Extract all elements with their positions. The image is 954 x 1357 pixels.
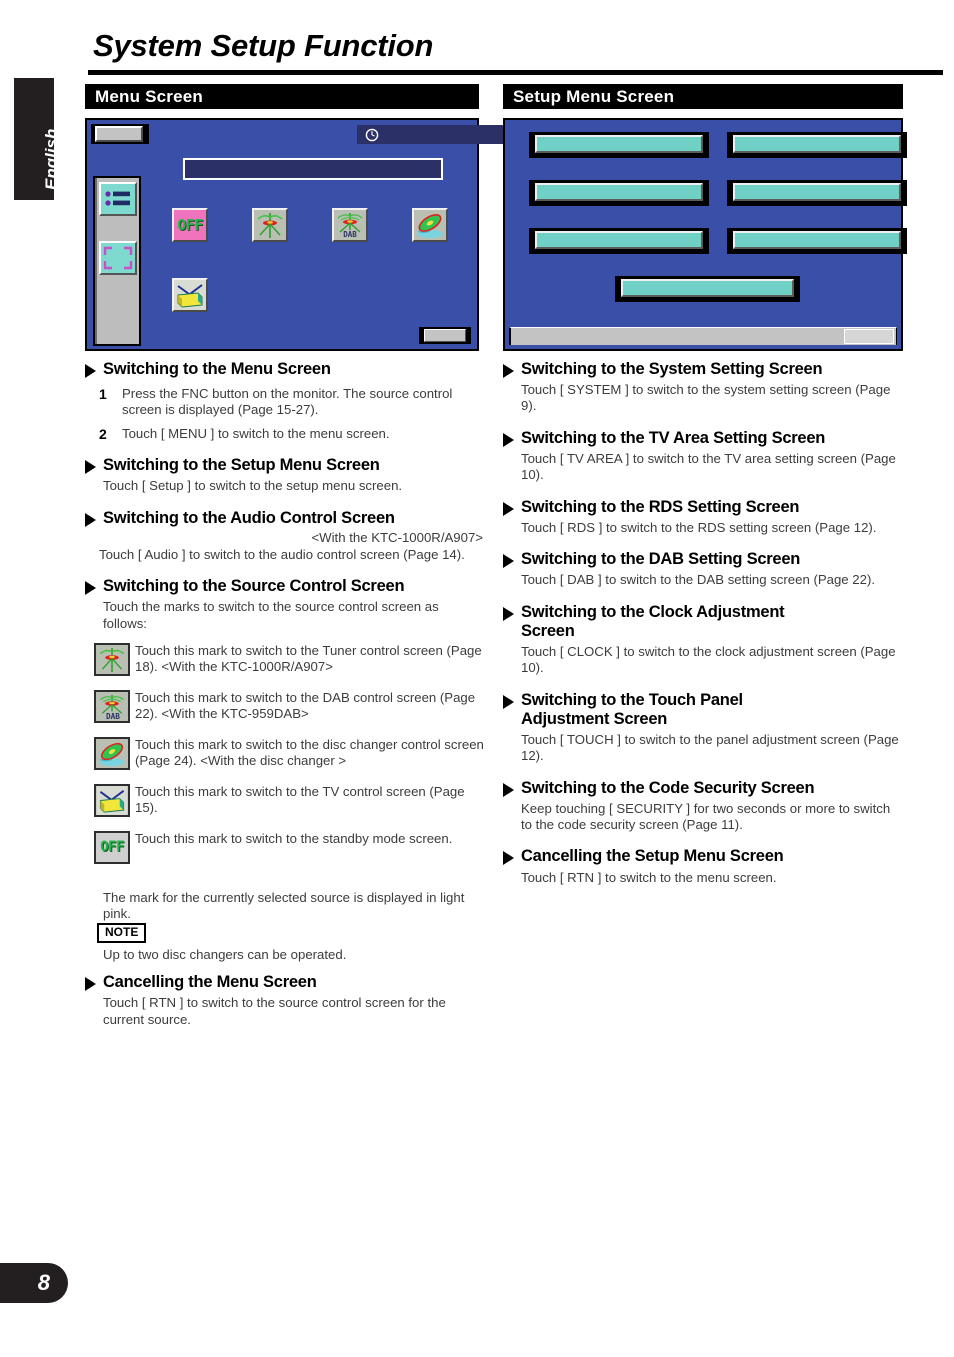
- mockup-top-left-button-face: [95, 126, 143, 142]
- setup-button-rds-face: [535, 183, 703, 201]
- heading-switching-dab-setting-screen: Switching to the DAB Setting Screen: [503, 550, 903, 569]
- heading-switching-rds-setting-screen: Switching to the RDS Setting Screen: [503, 498, 903, 517]
- off-icon: OFF: [94, 831, 130, 865]
- step-item: 2 Touch [ MENU ] to switch to the menu s…: [85, 426, 485, 442]
- mockup-top-left-button: [91, 124, 149, 144]
- paragraph-cancelling-menu: Touch [ RTN ] to switch to the source co…: [103, 995, 446, 1027]
- dab-icon[interactable]: DAB: [332, 208, 368, 242]
- paragraph-code-security: Keep touching [ SECURITY ] for two secon…: [521, 800, 891, 833]
- tuner-icon: [94, 643, 130, 677]
- mark-list-item: Touch this mark to switch to the disc ch…: [85, 737, 485, 773]
- setup-button-dab-face: [733, 183, 901, 201]
- section-header-menu-screen: Menu Screen: [85, 84, 479, 109]
- step-text: Press the FNC button on the monitor. The…: [122, 386, 453, 418]
- setup-button-system[interactable]: [529, 132, 709, 158]
- note-badge: NOTE: [97, 922, 147, 943]
- heading-line-2: Screen: [521, 621, 575, 640]
- page-number: 8: [0, 1263, 68, 1303]
- heading-switching-system-setting-screen: Switching to the System Setting Screen: [503, 360, 903, 379]
- setup-button-clock[interactable]: [529, 228, 709, 254]
- off-icon[interactable]: OFF: [172, 208, 208, 242]
- mark-list-item: DAB Touch this mark to switch to the DAB…: [85, 690, 485, 726]
- dab-icon-label: DAB: [343, 230, 357, 239]
- heading-switching-source-control-screen: Switching to the Source Control Screen: [85, 577, 485, 596]
- expand-icon: [99, 241, 137, 275]
- heading-switching-touch-panel-adjustment-screen: Switching to the Touch Panel Adjustment …: [503, 691, 903, 729]
- paragraph-audio-control: Touch [ Audio ] to switch to the audio c…: [99, 546, 465, 562]
- mockup-sidebar: [93, 176, 141, 346]
- disc-changer-icon: [94, 737, 130, 771]
- setup-rtn-button[interactable]: [844, 329, 894, 344]
- language-tab-label: English: [42, 128, 61, 190]
- heading-switching-setup-menu-screen: Switching to the Setup Menu Screen: [85, 456, 485, 475]
- setup-button-clock-face: [535, 231, 703, 249]
- heading-switching-audio-control-screen: Switching to the Audio Control Screen: [85, 509, 485, 528]
- setup-button-security[interactable]: [615, 276, 800, 302]
- paragraph-dab-setting: Touch [ DAB ] to switch to the DAB setti…: [521, 572, 876, 588]
- dab-icon: DAB: [94, 690, 130, 724]
- tuner-icon[interactable]: [252, 208, 288, 242]
- paragraph-pink-note: The mark for the currently selected sour…: [103, 890, 465, 922]
- right-text-column: Switching to the System Setting Screen T…: [503, 360, 903, 886]
- heading-switching-menu-screen: Switching to the Menu Screen: [85, 360, 485, 379]
- paragraph-cancelling-setup-menu: Touch [ RTN ] to switch to the menu scre…: [521, 869, 777, 885]
- paragraph-touch-panel-adjustment: Touch [ TOUCH ] to switch to the panel a…: [521, 731, 899, 764]
- heading-switching-tv-area-setting-screen: Switching to the TV Area Setting Screen: [503, 429, 903, 448]
- step-number: 1: [99, 386, 107, 403]
- mark-text: Touch this mark to switch to the Tuner c…: [135, 643, 482, 675]
- section-header-setup-menu-screen: Setup Menu Screen: [503, 84, 903, 109]
- paragraph-note-text: Up to two disc changers can be operated.: [103, 946, 347, 962]
- mockup-bottom-right-button-face: [424, 329, 466, 342]
- mark-text: Touch this mark to switch to the standby…: [135, 831, 453, 847]
- heading-switching-code-security-screen: Switching to the Code Security Screen: [503, 779, 903, 798]
- off-icon-label: OFF: [100, 839, 124, 856]
- setup-button-rds[interactable]: [529, 180, 709, 206]
- paragraph-tv-area-setting: Touch [ TV AREA ] to switch to the TV ar…: [521, 450, 896, 483]
- tv-icon: [94, 784, 130, 818]
- setup-button-dab[interactable]: [727, 180, 907, 206]
- heading-line-1: Switching to the Touch Panel: [521, 690, 743, 709]
- page-title: System Setup Function: [93, 28, 434, 63]
- mark-list-item: Touch this mark to switch to the Tuner c…: [85, 643, 485, 679]
- title-rule: [88, 70, 943, 75]
- setup-menu-screen-mockup: [503, 118, 907, 351]
- paragraph-rds-setting: Touch [ RDS ] to switch to the RDS setti…: [521, 519, 877, 535]
- menu-list-icon: [99, 182, 137, 216]
- heading-line-1: Switching to the Clock Adjustment: [521, 602, 785, 621]
- mark-text: Touch this mark to switch to the disc ch…: [135, 737, 484, 769]
- setup-button-tv-area[interactable]: [727, 132, 907, 158]
- setup-button-system-face: [535, 135, 703, 153]
- off-icon-label: OFF: [177, 216, 203, 234]
- mark-text: Touch this mark to switch to the TV cont…: [135, 784, 465, 816]
- heading-switching-clock-adjustment-screen: Switching to the Clock Adjustment Screen: [503, 603, 903, 641]
- step-number: 2: [99, 425, 107, 442]
- language-tab: English: [14, 78, 61, 200]
- svg-text:DAB: DAB: [106, 712, 120, 721]
- setup-button-touch[interactable]: [727, 228, 907, 254]
- mockup-title-field: [183, 158, 443, 180]
- paragraph-clock-adjustment: Touch [ CLOCK ] to switch to the clock a…: [521, 643, 896, 676]
- step-item: 1 Press the FNC button on the monitor. T…: [85, 386, 485, 419]
- mockup-bottom-right-button[interactable]: [419, 327, 471, 344]
- disc-changer-icon[interactable]: [412, 208, 448, 242]
- setup-button-security-face: [621, 279, 794, 297]
- mark-list-item: Touch this mark to switch to the TV cont…: [85, 784, 485, 820]
- setup-bottom-bar: [509, 327, 897, 345]
- tv-icon[interactable]: [172, 278, 208, 312]
- heading-line-2: Adjustment Screen: [521, 709, 668, 728]
- paragraph-setup-menu: Touch [ Setup ] to switch to the setup m…: [103, 478, 403, 494]
- setup-button-touch-face: [733, 231, 901, 249]
- mark-text: Touch this mark to switch to the DAB con…: [135, 690, 476, 722]
- step-text: Touch [ MENU ] to switch to the menu scr…: [122, 425, 390, 441]
- clock-icon: [365, 128, 379, 144]
- mark-list-item: OFF Touch this mark to switch to the sta…: [85, 831, 485, 867]
- heading-cancelling-setup-menu-screen: Cancelling the Setup Menu Screen: [503, 847, 903, 866]
- paragraph-system-setting: Touch [ SYSTEM ] to switch to the system…: [521, 382, 891, 414]
- heading-cancelling-menu-screen: Cancelling the Menu Screen: [85, 973, 485, 992]
- left-text-column: Switching to the Menu Screen 1 Press the…: [85, 360, 485, 1028]
- model-note-audio: <With the KTC-1000R/A907>: [311, 529, 483, 545]
- menu-screen-mockup: OFF DAB: [85, 118, 557, 351]
- paragraph-source-control: Touch the marks to switch to the source …: [103, 599, 439, 631]
- setup-button-tv-area-face: [733, 135, 901, 153]
